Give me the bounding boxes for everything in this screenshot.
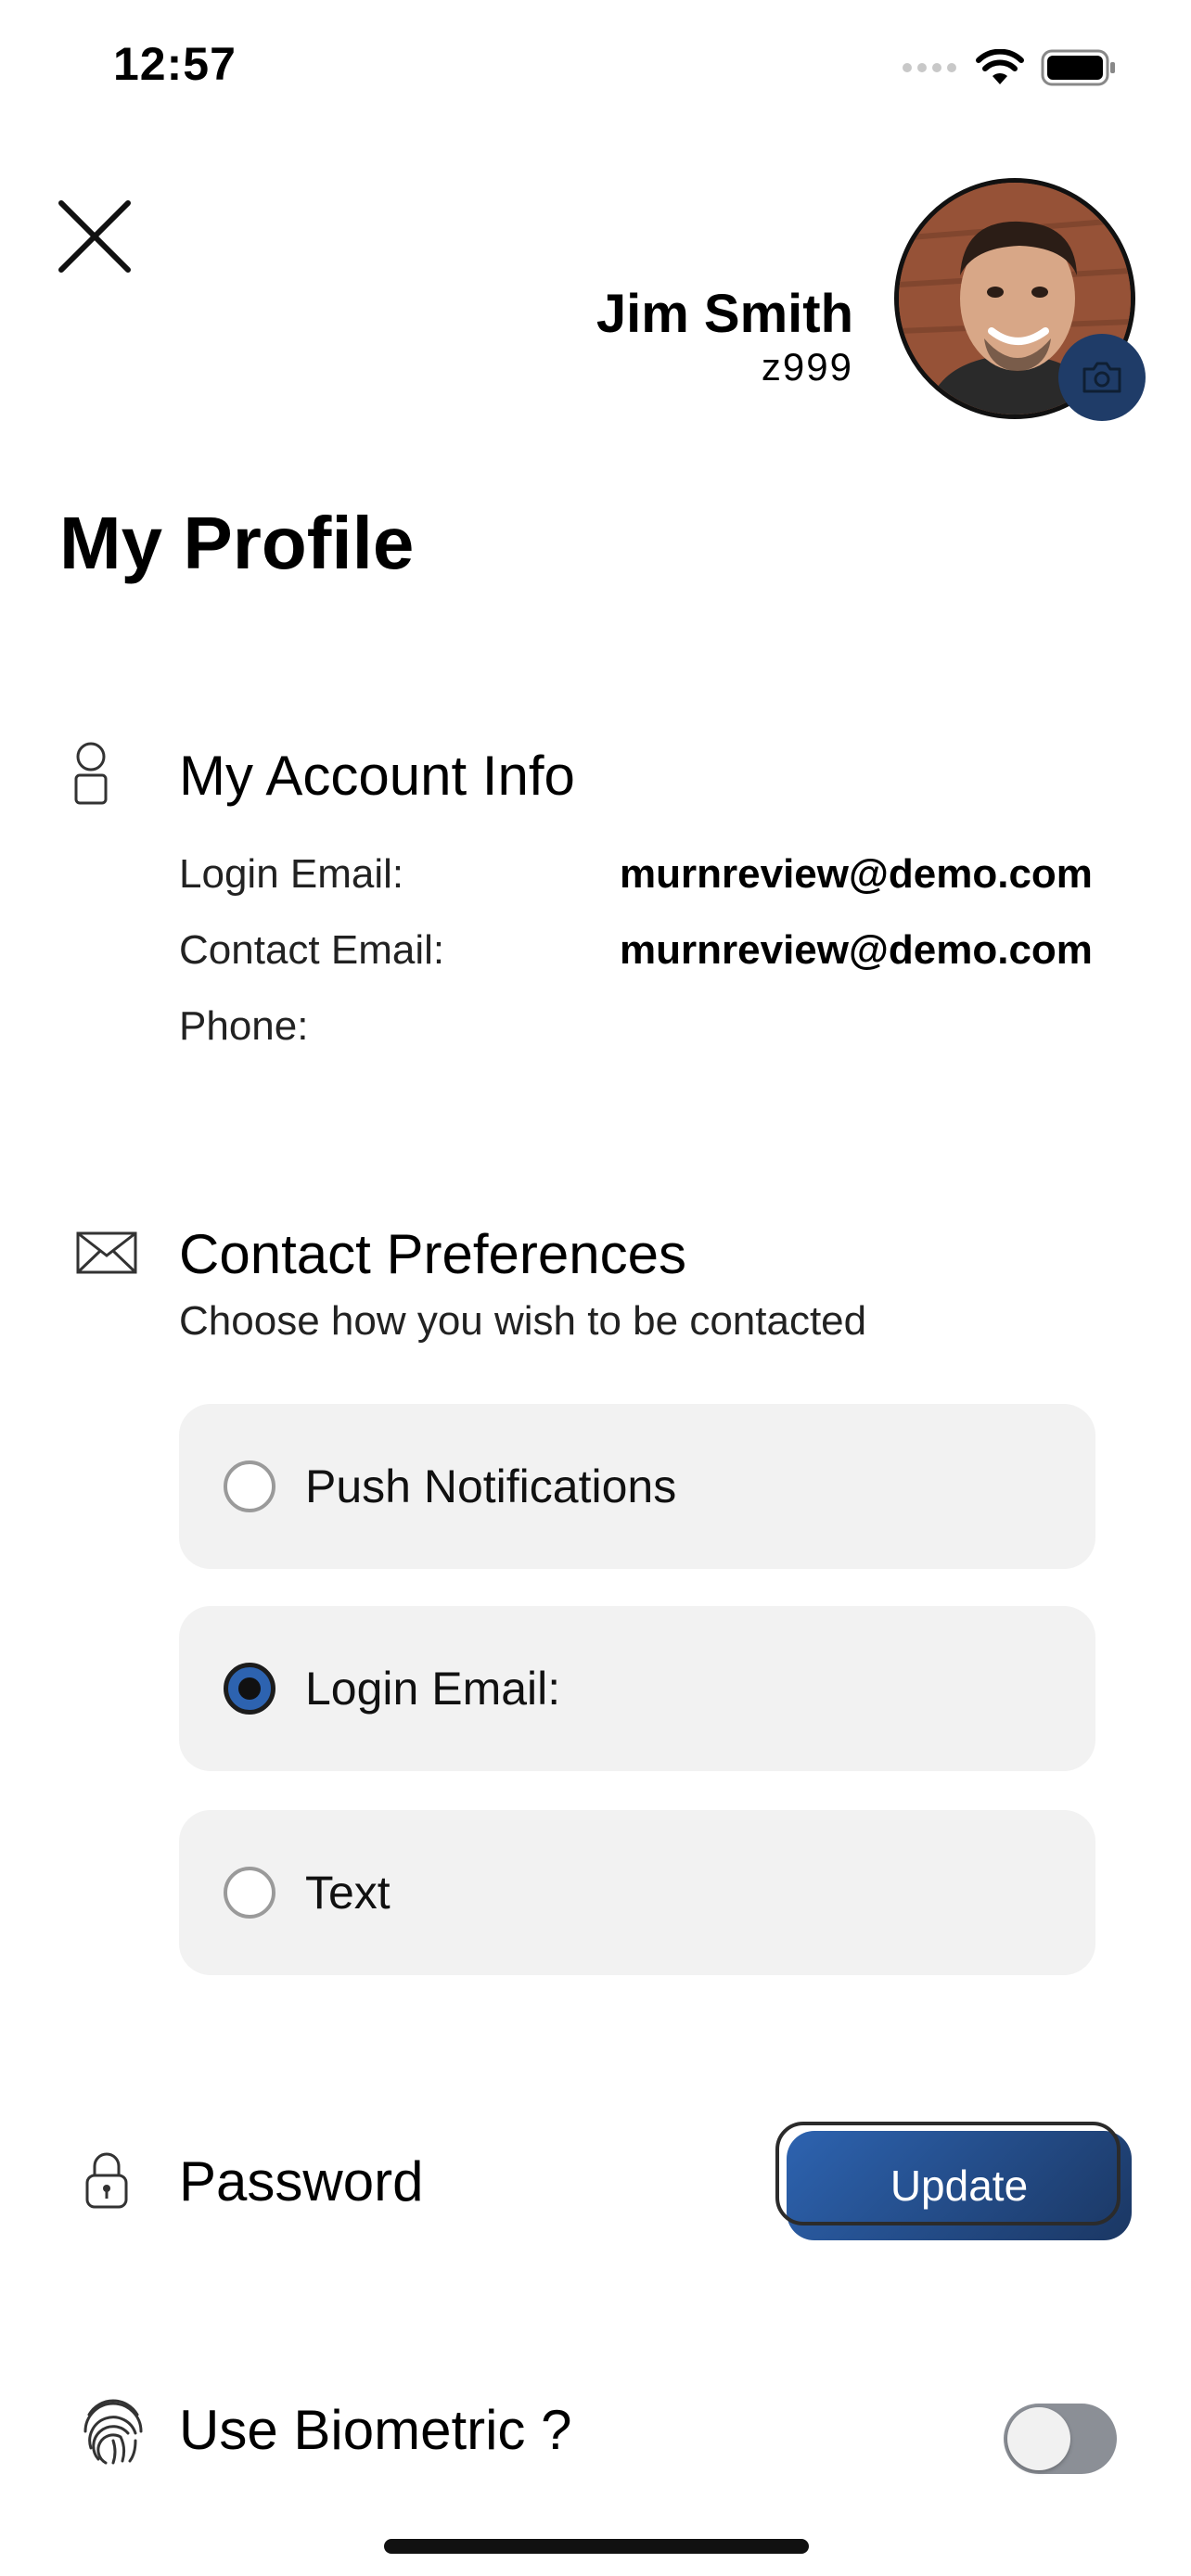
option-push-notifications[interactable]: Push Notifications: [179, 1404, 1095, 1569]
option-login-email[interactable]: Login Email:: [179, 1606, 1095, 1771]
person-icon: [70, 742, 111, 810]
login-email-label: Login Email:: [179, 851, 404, 897]
camera-icon: [1082, 362, 1121, 393]
contact-email-label: Contact Email:: [179, 927, 445, 973]
phone-label: Phone:: [179, 1003, 309, 1049]
radio-push-notifications[interactable]: [224, 1460, 275, 1512]
option-text[interactable]: Text: [179, 1810, 1095, 1975]
option-label: Push Notifications: [305, 1460, 677, 1512]
password-label: Password: [179, 2150, 424, 2213]
user-id: z999: [761, 345, 853, 389]
status-indicators: [902, 46, 1117, 89]
lock-icon: [83, 2149, 130, 2215]
fingerprint-icon: [80, 2396, 147, 2469]
biometric-label: Use Biometric ?: [179, 2399, 572, 2461]
account-info-heading: My Account Info: [179, 745, 575, 807]
battery-icon: [1041, 49, 1115, 86]
close-icon[interactable]: [58, 199, 132, 274]
page-title: My Profile: [59, 502, 415, 584]
contact-preferences-heading: Contact Preferences: [179, 1223, 686, 1285]
toggle-knob: [1007, 2407, 1070, 2470]
wifi-icon: [976, 49, 1024, 84]
update-password-button[interactable]: Update: [787, 2131, 1132, 2240]
option-label: Login Email:: [305, 1663, 561, 1715]
contact-preferences-subheading: Choose how you wish to be contacted: [179, 1298, 867, 1344]
login-email-value: murnreview@demo.com: [620, 851, 1093, 897]
biometric-toggle[interactable]: [1004, 2404, 1117, 2474]
radio-login-email[interactable]: [224, 1663, 275, 1715]
user-name: Jim Smith: [596, 284, 853, 344]
option-label: Text: [305, 1867, 391, 1919]
cellular-signal-icon: [903, 63, 956, 72]
radio-text[interactable]: [224, 1867, 275, 1919]
home-indicator: [384, 2539, 809, 2554]
camera-button[interactable]: [1058, 334, 1146, 421]
contact-email-value: murnreview@demo.com: [620, 927, 1093, 973]
envelope-icon: [76, 1231, 137, 1279]
status-time: 12:57: [113, 38, 237, 90]
